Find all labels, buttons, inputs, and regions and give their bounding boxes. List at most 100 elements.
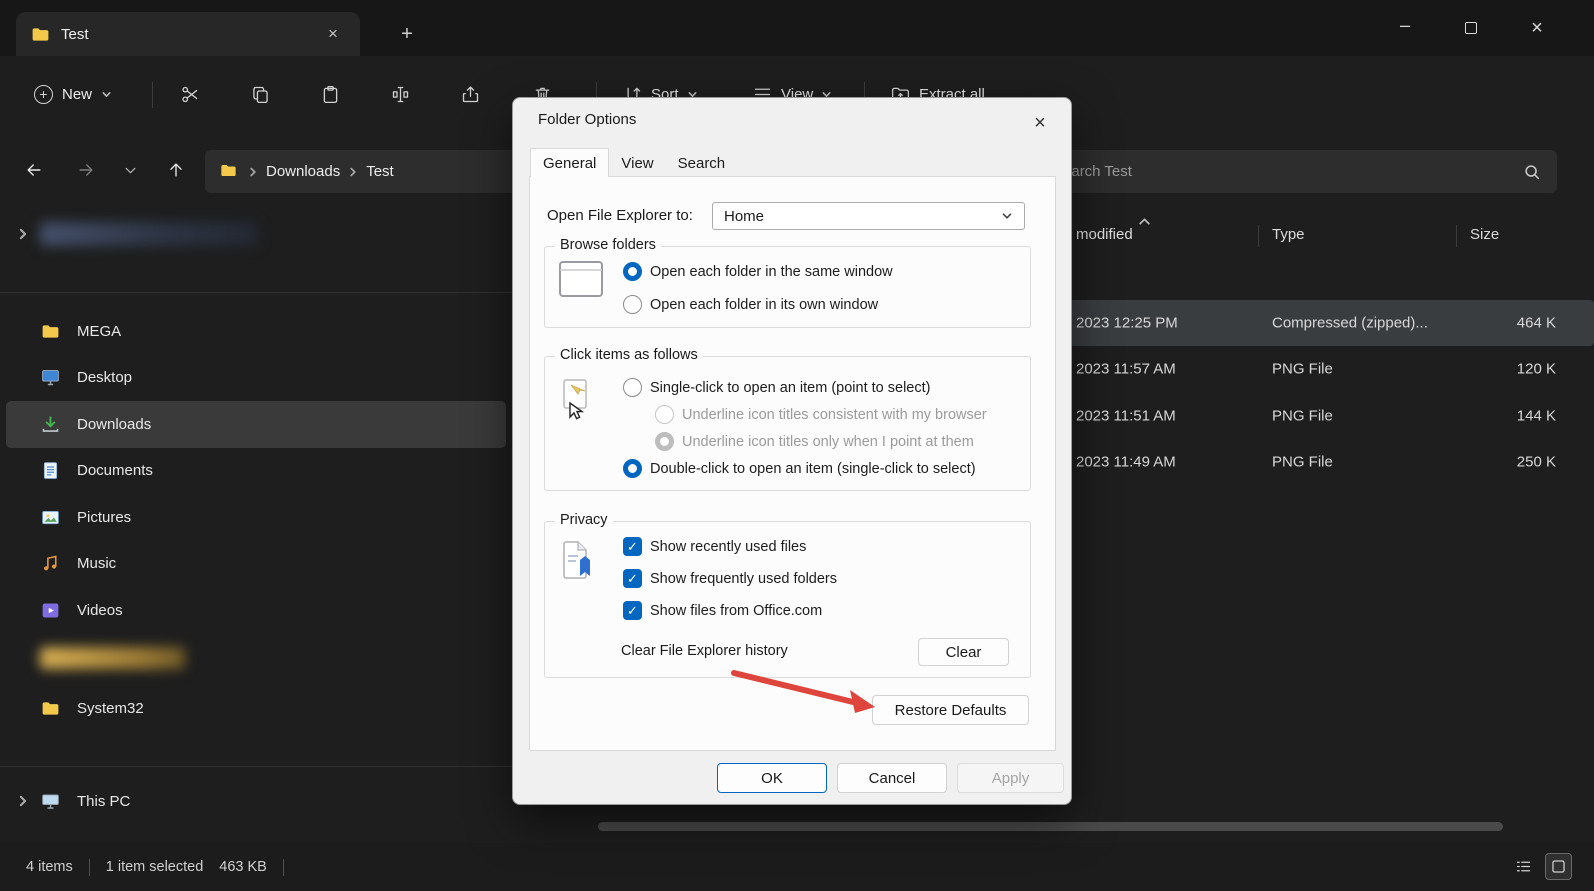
checkbox-files-from-office[interactable]: ✓ Show files from Office.com bbox=[623, 601, 822, 620]
clear-button[interactable]: Clear bbox=[918, 638, 1009, 666]
minimize-button[interactable]: – bbox=[1372, 0, 1438, 56]
sidebar-item-desktop[interactable]: Desktop bbox=[0, 355, 512, 402]
copy-icon bbox=[252, 86, 268, 103]
sidebar-item-system32[interactable]: System32 bbox=[0, 685, 512, 731]
sidebar-item-documents[interactable]: Documents bbox=[0, 448, 512, 495]
radio-label: Open each folder in its own window bbox=[650, 296, 879, 313]
chevron-down-icon bbox=[125, 167, 135, 173]
up-button[interactable] bbox=[156, 150, 196, 190]
minimize-icon: – bbox=[1399, 15, 1410, 35]
column-header-size[interactable]: Size bbox=[1470, 226, 1499, 243]
restore-defaults-button[interactable]: Restore Defaults bbox=[872, 695, 1029, 725]
thumbnail-view-icon bbox=[1552, 860, 1565, 873]
radio-label: Single-click to open an item (point to s… bbox=[650, 379, 931, 396]
chevron-right-icon bbox=[350, 167, 356, 176]
copy-button[interactable] bbox=[240, 74, 280, 114]
radio-single-click[interactable]: Single-click to open an item (point to s… bbox=[623, 378, 930, 397]
breadcrumb-test[interactable]: Test bbox=[366, 163, 394, 180]
sort-ascending-icon bbox=[1139, 218, 1150, 225]
radio-underline-point[interactable]: Underline icon titles only when I point … bbox=[655, 432, 974, 451]
desktop-icon bbox=[40, 367, 61, 388]
open-to-dropdown[interactable]: Home bbox=[712, 202, 1025, 230]
paste-button[interactable] bbox=[310, 74, 350, 114]
forward-arrow-icon bbox=[79, 164, 93, 176]
window-controls: – × bbox=[1372, 0, 1570, 56]
blurred-folder-item[interactable] bbox=[40, 647, 185, 669]
apply-button[interactable]: Apply bbox=[957, 763, 1064, 793]
radio-double-click[interactable]: Double-click to open an item (single-cli… bbox=[623, 459, 976, 478]
column-divider[interactable] bbox=[1258, 225, 1259, 247]
clear-history-label: Clear File Explorer history bbox=[621, 643, 788, 659]
recent-locations-button[interactable] bbox=[110, 150, 150, 190]
new-tab-button[interactable]: + bbox=[392, 20, 422, 48]
chevron-right-icon bbox=[19, 228, 27, 240]
toolbar-divider bbox=[152, 82, 153, 108]
explorer-tab[interactable]: Test × bbox=[16, 12, 360, 56]
maximize-button[interactable] bbox=[1438, 0, 1504, 56]
radio-disabled-selected-icon bbox=[655, 432, 674, 451]
radio-own-window[interactable]: Open each folder in its own window bbox=[623, 295, 878, 314]
back-arrow-icon bbox=[27, 164, 41, 176]
cancel-button[interactable]: Cancel bbox=[837, 763, 947, 793]
downloads-icon bbox=[40, 414, 61, 435]
sidebar-item-label: This PC bbox=[77, 792, 131, 810]
tab-view[interactable]: View bbox=[609, 150, 665, 177]
this-pc-icon bbox=[40, 791, 61, 812]
sidebar-item-label: Music bbox=[77, 555, 117, 573]
open-file-explorer-label: Open File Explorer to: bbox=[547, 207, 693, 224]
sidebar-item-label: System32 bbox=[77, 699, 144, 717]
cell-type: PNG File bbox=[1272, 453, 1333, 471]
items-count: 4 items bbox=[26, 859, 73, 875]
sidebar-item-mega[interactable]: MEGA bbox=[0, 308, 512, 355]
status-divider bbox=[282, 858, 284, 876]
details-view-button[interactable] bbox=[1510, 853, 1537, 880]
tab-close-icon[interactable]: × bbox=[320, 21, 346, 47]
browse-folders-group: Browse folders Open each folder in the s… bbox=[544, 237, 1031, 328]
new-button[interactable]: + New bbox=[22, 74, 124, 114]
radio-label: Open each folder in the same window bbox=[650, 263, 893, 280]
clipboard-icon bbox=[323, 85, 337, 103]
sidebar-item-label: Documents bbox=[77, 462, 153, 480]
sidebar-item-pictures[interactable]: Pictures bbox=[0, 494, 512, 541]
tab-search[interactable]: Search bbox=[666, 150, 738, 177]
folder-options-dialog: Folder Options × General View Search Ope… bbox=[512, 97, 1072, 805]
column-header-type[interactable]: Type bbox=[1272, 226, 1305, 243]
maximize-icon bbox=[1465, 22, 1477, 34]
tab-general[interactable]: General bbox=[530, 148, 610, 177]
close-button[interactable]: × bbox=[1504, 0, 1570, 56]
sidebar-item-downloads[interactable]: Downloads bbox=[6, 401, 506, 448]
ok-button[interactable]: OK bbox=[717, 763, 827, 793]
new-button-label: New bbox=[62, 85, 93, 103]
column-header-date-modified[interactable]: modified bbox=[1076, 226, 1133, 243]
dialog-close-button[interactable]: × bbox=[1023, 106, 1057, 140]
close-icon: × bbox=[1531, 16, 1543, 39]
search-input[interactable]: Search Test bbox=[1037, 150, 1557, 193]
checkbox-label: Show files from Office.com bbox=[650, 602, 823, 619]
radio-selected-icon bbox=[623, 262, 642, 281]
sidebar-item-this-pc[interactable]: This PC bbox=[0, 778, 512, 824]
share-icon bbox=[462, 85, 478, 102]
rename-button[interactable] bbox=[380, 74, 420, 114]
selection-size: 463 KB bbox=[219, 859, 267, 875]
horizontal-scrollbar[interactable] bbox=[598, 822, 1503, 831]
music-icon bbox=[40, 553, 61, 574]
sidebar-item-videos[interactable]: Videos bbox=[0, 587, 512, 634]
share-button[interactable] bbox=[450, 74, 490, 114]
sidebar-divider bbox=[0, 292, 512, 293]
checkbox-frequently-used-folders[interactable]: ✓ Show frequently used folders bbox=[623, 569, 837, 588]
cut-button[interactable] bbox=[170, 74, 210, 114]
radio-underline-browser[interactable]: Underline icon titles consistent with my… bbox=[655, 405, 987, 424]
videos-icon bbox=[40, 600, 61, 621]
back-button[interactable] bbox=[14, 150, 54, 190]
folder-icon bbox=[40, 321, 61, 342]
column-divider[interactable] bbox=[1456, 225, 1457, 247]
forward-button[interactable] bbox=[66, 150, 106, 190]
sidebar-item-music[interactable]: Music bbox=[0, 541, 512, 588]
breadcrumb-downloads[interactable]: Downloads bbox=[266, 163, 340, 180]
thumbnail-view-button[interactable] bbox=[1545, 853, 1572, 880]
search-icon bbox=[1525, 164, 1540, 179]
radio-same-window[interactable]: Open each folder in the same window bbox=[623, 262, 893, 281]
blurred-profile-item[interactable] bbox=[40, 222, 258, 246]
checkbox-recently-used-files[interactable]: ✓ Show recently used files bbox=[623, 537, 806, 556]
folder-icon bbox=[30, 24, 51, 45]
